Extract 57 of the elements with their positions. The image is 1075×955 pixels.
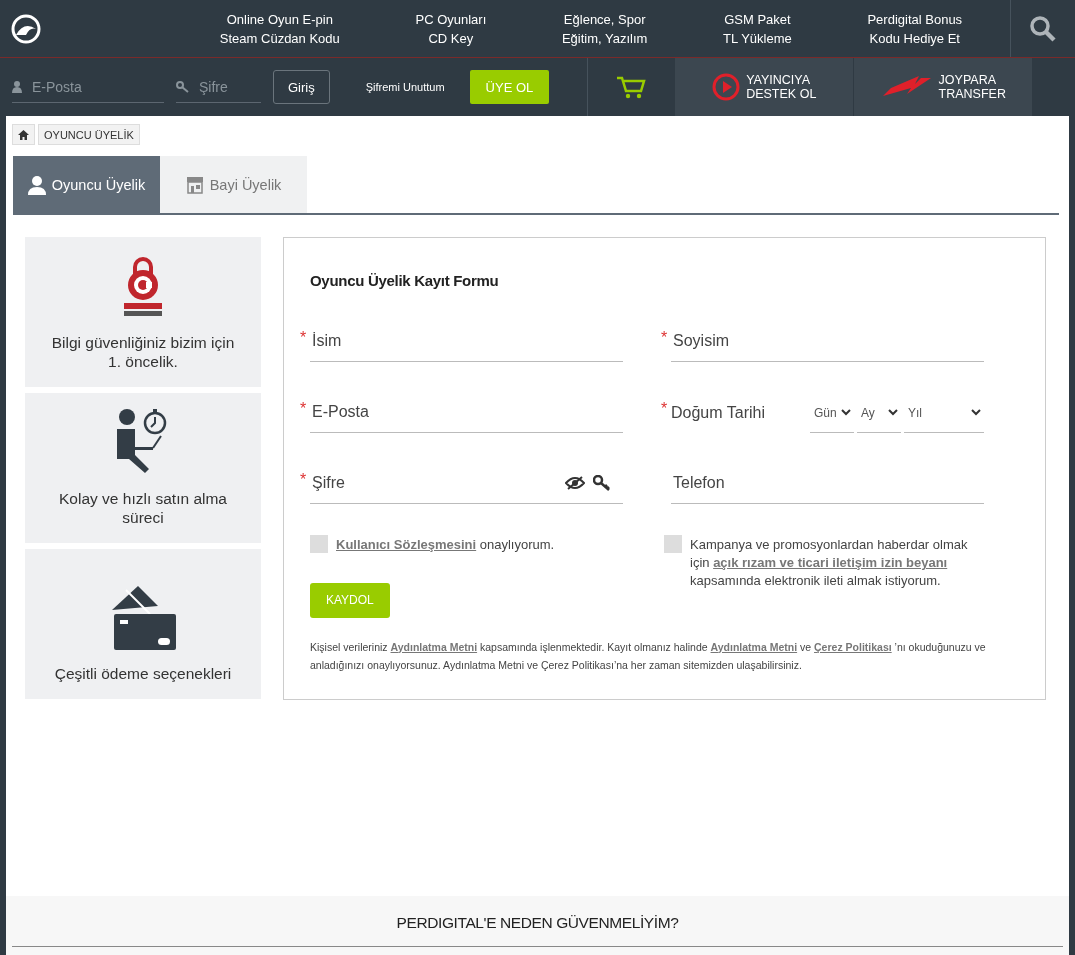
tab[interactable]: Oyuncu Üyelik xyxy=(13,156,160,213)
required-marker: * xyxy=(300,471,307,489)
text-link[interactable]: Aydınlatma Metni xyxy=(710,640,798,653)
dropdown[interactable]: Gün xyxy=(810,393,854,433)
consent-text: Kullanıcı Sözleşmesini onaylıyorum. xyxy=(336,536,555,554)
password-field[interactable]: Şifre xyxy=(197,77,261,96)
feature-text: Bilgi güvenliğiniz bizim için 1. öncelik. xyxy=(50,333,236,371)
input-field[interactable]: E-Posta xyxy=(310,402,623,422)
cart-icon[interactable] xyxy=(616,75,647,99)
input-field[interactable]: Soyisim xyxy=(671,331,984,351)
checkbox[interactable] xyxy=(310,535,328,553)
chevron-down-icon xyxy=(971,409,981,416)
text-link[interactable]: Aydınlatma Metni xyxy=(390,640,478,653)
site-logo-icon[interactable] xyxy=(10,12,42,45)
feature-text: Kolay ve hızlı satın alma süreci xyxy=(58,489,228,527)
email-field[interactable]: E-Posta xyxy=(30,77,164,96)
privacy-notice: Kişisel verileriniz Aydınlatma Metni kapsamında işlenmektedir. Kayıt olmanız halinde Aydınlatma Metni ve Çerez Politikası ’nı okuduğunuzu ve anladığınızı onaylıyorsunuz. Aydınlatma Metni ve Çerez Politikası’na her zaman sitemizden ulaşabilirsiniz. xyxy=(310,639,987,673)
user-icon xyxy=(12,80,22,93)
required-marker: * xyxy=(661,329,668,347)
search-icon[interactable] xyxy=(1030,15,1056,42)
input-field[interactable]: İsim xyxy=(310,331,623,351)
breadcrumb-link[interactable]: OYUNCU ÜYELİK xyxy=(38,124,140,145)
play-circle-icon xyxy=(712,73,741,101)
dropdown[interactable]: Yıl xyxy=(904,393,984,433)
user-icon xyxy=(27,174,46,195)
login-button[interactable]: Giriş xyxy=(273,70,330,104)
text-link[interactable]: Çerez Politikası xyxy=(814,640,892,653)
nav-link[interactable]: PC Oyunları CD Key xyxy=(415,9,487,48)
field-label: Doğum Tarihi xyxy=(671,403,766,423)
dropdown[interactable]: Ay xyxy=(857,393,901,433)
home-icon xyxy=(18,129,29,140)
promo-banner[interactable]: JOYPARA TRANSFER xyxy=(853,58,1033,116)
chevron-down-icon xyxy=(841,409,851,416)
nav-link[interactable]: GSM Paket TL Yükleme xyxy=(723,9,792,48)
feature-text: Çeşitli ödeme seçenekleri xyxy=(53,664,233,683)
required-marker: * xyxy=(300,400,307,418)
eye-slash-icon[interactable] xyxy=(565,476,585,490)
home-breadcrumb[interactable] xyxy=(12,124,35,145)
chevron-down-icon xyxy=(888,409,898,416)
required-marker: * xyxy=(661,400,668,418)
input-field[interactable]: Telefon xyxy=(671,473,984,493)
nav-link[interactable]: Eğlence, Spor Eğitim, Yazılım xyxy=(561,9,648,48)
store-icon xyxy=(185,175,204,194)
text-link[interactable]: açık rızam ve ticari iletişim izin beyanı xyxy=(713,555,948,570)
nav-link[interactable]: Perdigital Bonus Kodu Hediye Et xyxy=(867,9,963,48)
form-title: Oyuncu Üyelik Kayıt Formu xyxy=(310,272,500,289)
credit-cards-icon xyxy=(110,584,176,650)
section-title: PERDIGITAL'E NEDEN GÜVENMELİYİM? xyxy=(395,913,680,932)
promo-banner[interactable]: YAYINCIYA DESTEK OL xyxy=(674,58,854,116)
consent-text: Kampanya ve promosyonlardan haberdar olmak için açık rızam ve ticari iletişim izin beyanı kapsamında elektronik ileti almak istiyorum. xyxy=(690,536,969,590)
nav-link[interactable]: Online Oyun E-pin Steam Cüzdan Kodu xyxy=(219,9,340,48)
text-link[interactable]: Kullanıcı Sözleşmesini xyxy=(336,537,477,552)
forgot-password-link[interactable]: Şifremi Unuttum xyxy=(365,81,445,93)
checkbox[interactable] xyxy=(664,535,682,553)
tab[interactable]: Bayi Üyelik xyxy=(160,156,307,213)
password-field[interactable]: Şifre xyxy=(310,473,565,493)
required-marker: * xyxy=(300,329,307,347)
